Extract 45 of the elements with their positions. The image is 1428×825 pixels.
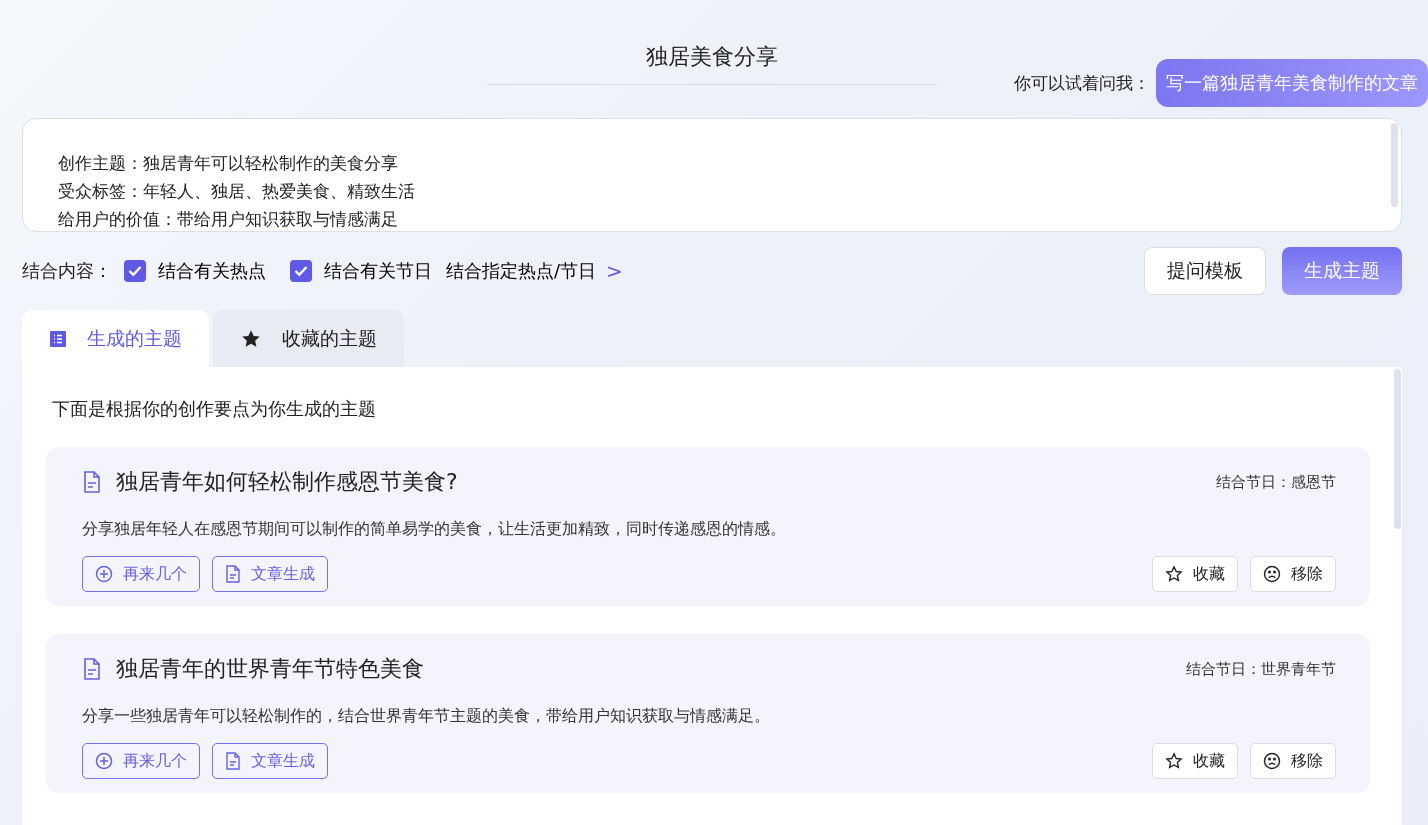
remove-button[interactable]: 移除 bbox=[1250, 556, 1336, 592]
check-icon bbox=[294, 265, 308, 277]
checkbox[interactable] bbox=[290, 260, 312, 282]
tab[interactable]: 生成的主题 bbox=[22, 310, 209, 367]
checkbox[interactable] bbox=[124, 260, 146, 282]
prompt-line: 受众标签：年轻人、独居、热爱美食、精致生活 bbox=[58, 180, 415, 203]
prompt-field[interactable]: 创作主题：独居青年可以轻松制作的美食分享 受众标签：年轻人、独居、热爱美食、精致生活 给用户的价值：带给用户知识获取与情感满足 bbox=[22, 118, 1402, 232]
question-template-button[interactable]: 提问模板 bbox=[1144, 247, 1266, 295]
topic-description: 分享一些独居青年可以轻松制作的，结合世界青年节主题的美食，带给用户知识获取与情感满足。 bbox=[82, 706, 771, 727]
checkbox-option[interactable]: 结合有关节日 bbox=[290, 259, 432, 283]
suggestion-label: 你可以试着问我： bbox=[1014, 71, 1150, 95]
sad-face-icon bbox=[1263, 565, 1281, 583]
specify-hotspot-link[interactable]: 结合指定热点/节日 > bbox=[446, 259, 623, 283]
topic-description: 分享独居年轻人在感恩节期间可以制作的简单易学的美食，让生活更加精致，同时传递感恩的情感。 bbox=[82, 519, 787, 540]
favorite-button[interactable]: 收藏 bbox=[1152, 743, 1238, 779]
page-title: 独居美食分享 bbox=[487, 42, 937, 85]
check-icon bbox=[128, 265, 142, 277]
remove-button[interactable]: 移除 bbox=[1250, 743, 1336, 779]
star-icon bbox=[1165, 752, 1183, 770]
star-icon bbox=[1165, 565, 1183, 583]
tab[interactable]: 收藏的主题 bbox=[213, 310, 404, 367]
checkbox-option[interactable]: 结合有关热点 bbox=[124, 259, 266, 283]
festival-label: 结合节日：感恩节 bbox=[1216, 472, 1336, 492]
prompt-line: 创作主题：独居青年可以轻松制作的美食分享 bbox=[58, 152, 398, 175]
intro-text: 下面是根据你的创作要点为你生成的主题 bbox=[52, 397, 377, 421]
document-icon bbox=[225, 752, 241, 770]
options-label: 结合内容： bbox=[22, 259, 112, 283]
document-icon bbox=[225, 565, 241, 583]
festival-label: 结合节日：世界青年节 bbox=[1186, 659, 1336, 679]
document-icon bbox=[82, 658, 102, 680]
generate-article-button[interactable]: 文章生成 bbox=[212, 743, 328, 779]
scrollbar[interactable] bbox=[1394, 369, 1401, 529]
document-icon bbox=[82, 471, 102, 493]
favorite-button[interactable]: 收藏 bbox=[1152, 556, 1238, 592]
more-button[interactable]: 再来几个 bbox=[82, 743, 200, 779]
scrollbar[interactable] bbox=[1391, 123, 1398, 207]
topic-title: 独居青年的世界青年节特色美食 bbox=[116, 655, 425, 683]
topic-title: 独居青年如何轻松制作感恩节美食? bbox=[116, 468, 459, 496]
list-icon bbox=[49, 329, 67, 348]
plus-circle-icon bbox=[95, 752, 113, 770]
prompt-line: 给用户的价值：带给用户知识获取与情感满足 bbox=[58, 208, 398, 231]
more-button[interactable]: 再来几个 bbox=[82, 556, 200, 592]
plus-circle-icon bbox=[95, 565, 113, 583]
sad-face-icon bbox=[1263, 752, 1281, 770]
generate-article-button[interactable]: 文章生成 bbox=[212, 556, 328, 592]
